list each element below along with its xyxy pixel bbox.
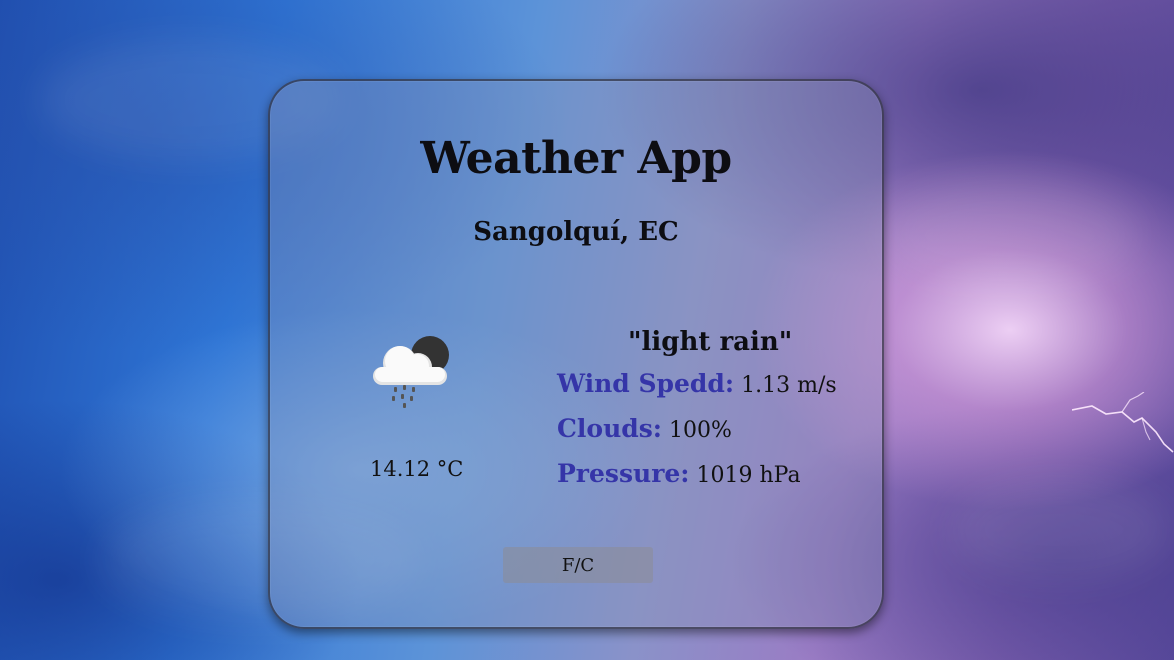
temperature-value: 14.12 °C [370, 457, 464, 481]
location-label: Sangolquí, EC [473, 217, 679, 247]
clouds-row: Clouds: 100% [557, 414, 732, 443]
clouds-value: 100% [669, 418, 732, 443]
app-title: Weather App [420, 133, 732, 184]
background-cloud [880, 180, 1140, 290]
wind-speed-label: Wind Spedd: [557, 369, 735, 398]
pressure-row: Pressure: 1019 hPa [557, 459, 801, 488]
wind-speed-value: 1.13 m/s [741, 373, 837, 398]
wind-speed-row: Wind Spedd: 1.13 m/s [557, 369, 837, 398]
cloud-rain-moon-icon [373, 336, 449, 408]
pressure-label: Pressure: [557, 459, 690, 488]
weather-description: "light rain" [628, 327, 793, 357]
unit-toggle-button[interactable]: F/C [503, 547, 653, 583]
page-background: { "app": { "title": "Weather App" }, "lo… [0, 0, 1174, 660]
clouds-label: Clouds: [557, 414, 663, 443]
lightning-bolt-icon [1072, 392, 1174, 453]
background-cloud [950, 480, 1170, 580]
weather-card: Weather App Sangolquí, EC 14.12 °C "ligh… [268, 79, 884, 629]
pressure-value: 1019 hPa [696, 463, 801, 488]
